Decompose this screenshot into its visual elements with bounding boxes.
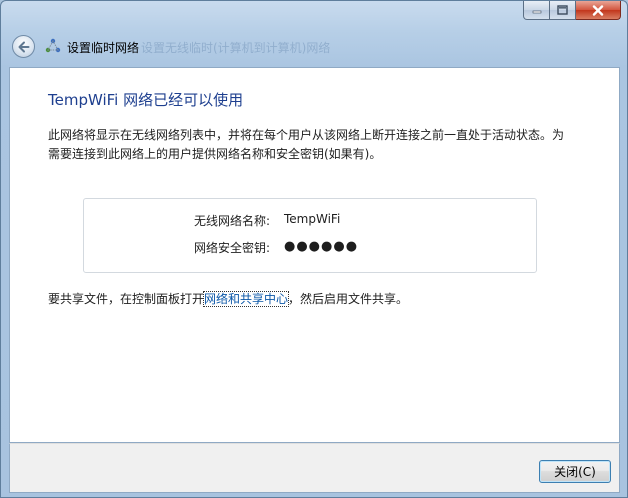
adhoc-network-icon xyxy=(45,38,61,53)
back-button[interactable] xyxy=(12,35,35,58)
wizard-title-ghost: 设置无线临时(计算机到计算机)网络 xyxy=(141,41,331,55)
share-instructions: 要共享文件，在控制面板打开网络和共享中心，然后启用文件共享。 xyxy=(48,290,408,307)
wizard-window: 设置临时网络 设置无线临时(计算机到计算机)网络 TempWiFi 网络已经可以… xyxy=(0,0,628,498)
network-info-box: 无线网络名称: TempWiFi 网络安全密钥: ●●●●●● xyxy=(83,198,537,273)
share-prefix-text: 要共享文件，在控制面板打开 xyxy=(48,292,205,306)
network-sharing-center-link[interactable]: 网络和共享中心 xyxy=(203,291,290,307)
minimize-button[interactable] xyxy=(523,1,550,20)
share-suffix-text: ，然后启用文件共享。 xyxy=(288,292,409,306)
back-arrow-icon xyxy=(18,41,30,52)
security-key-label: 网络安全密钥: xyxy=(193,241,270,255)
maximize-button[interactable] xyxy=(550,1,576,20)
wizard-footer: 关闭(C) xyxy=(9,443,620,493)
network-name-value: TempWiFi xyxy=(284,212,341,226)
window-close-button[interactable] xyxy=(576,1,621,20)
close-icon xyxy=(592,4,604,16)
wizard-title: 设置临时网络 xyxy=(67,41,140,55)
close-button[interactable]: 关闭(C) xyxy=(539,460,611,483)
description-text: 此网络将显示在无线网络列表中，并将在每个用户从该网络上断开连接之前一直处于活动状… xyxy=(48,128,565,161)
caption-buttons xyxy=(523,1,621,20)
network-name-label: 无线网络名称: xyxy=(193,214,270,228)
security-key-value: ●●●●●● xyxy=(284,239,359,254)
minimize-icon xyxy=(532,10,541,14)
wizard-header: 设置临时网络 设置无线临时(计算机到计算机)网络 xyxy=(1,29,627,65)
page-title: TempWiFi 网络已经可以使用 xyxy=(48,91,244,109)
maximize-icon xyxy=(557,5,568,15)
security-key-row: 网络安全密钥: ●●●●●● xyxy=(84,239,536,259)
content-panel: TempWiFi 网络已经可以使用 此网络将显示在无线网络列表中，并将在每个用户… xyxy=(9,67,620,443)
network-name-row: 无线网络名称: TempWiFi xyxy=(84,212,536,232)
